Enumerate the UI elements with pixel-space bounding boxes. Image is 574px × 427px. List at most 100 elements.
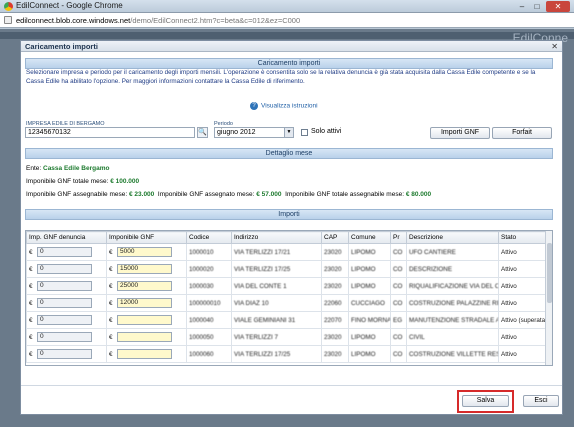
pr-cell: CO [390, 328, 407, 346]
scrollbar-thumb[interactable] [547, 243, 552, 303]
table-row[interactable]: €0 € 1000060 VIA TERLIZZI 17/25 23020 LI… [26, 345, 547, 363]
comune-cell: LIPOMO [348, 243, 391, 261]
desc-cell: UFO CANTIERE [406, 243, 499, 261]
help-link[interactable]: ? Visualizza istruzioni [250, 102, 318, 110]
col-header[interactable]: CAP [321, 231, 349, 244]
only-active-checkbox[interactable] [301, 129, 308, 136]
help-icon: ? [250, 102, 258, 110]
table-row[interactable]: €0 €5000 1000010 VIA TERLIZZI 17/21 2302… [26, 243, 547, 261]
col-header[interactable]: Pr [390, 231, 407, 244]
status-cell: Attivo [498, 294, 547, 312]
cap-cell: 23020 [321, 260, 349, 278]
code-cell: 1000050 [186, 328, 232, 346]
pr-cell: CO [390, 277, 407, 295]
desc-cell: MANUTENZIONE STRADALE ANTIRAVATIVA [406, 311, 499, 329]
search-icon[interactable]: 🔍 [197, 127, 208, 138]
pr-cell: CO [390, 260, 407, 278]
forfait-button[interactable]: Forfait [492, 127, 552, 139]
address-cell: VIALE GEMINIANI 31 [231, 311, 322, 329]
browser-title-bar: EdilConnect - Google Chrome – □ ✕ [0, 0, 574, 13]
gnf-input[interactable]: 15000 [117, 264, 172, 274]
comune-cell: LIPOMO [348, 328, 391, 346]
denuncia-input[interactable]: 0 [37, 281, 92, 291]
gnf-input[interactable] [117, 332, 172, 342]
denuncia-input[interactable]: 0 [37, 315, 92, 325]
pr-cell: CO [390, 345, 407, 363]
upload-dialog: Caricamento importi ✕ Caricamento import… [20, 40, 563, 415]
col-header[interactable]: Descrizione [406, 231, 499, 244]
url-text[interactable]: edilconnect.blob.core.windows.net/demo/E… [16, 16, 300, 25]
pr-cell: CO [390, 294, 407, 312]
period-select[interactable]: giugno 2012 ▼ [214, 127, 294, 138]
denuncia-input[interactable]: 0 [37, 349, 92, 359]
chevron-down-icon[interactable]: ▼ [284, 128, 293, 137]
pr-cell: CO [390, 243, 407, 261]
page-header-bar [0, 32, 574, 39]
section-detail-header: Dettaglio mese [25, 148, 553, 159]
table-row[interactable]: €0 € 1000050 VIA TERLIZZI 7 23020 LIPOMO… [26, 328, 547, 346]
cap-cell: 23020 [321, 277, 349, 295]
gnf-input[interactable] [117, 315, 172, 325]
code-cell: 1000060 [186, 345, 232, 363]
status-cell: Attivo [498, 277, 547, 295]
cap-cell: 22060 [321, 294, 349, 312]
info-text: Selezionare impresa e periodo per il car… [26, 69, 536, 85]
table-header-row: Imp. GNF denuncia Imponibile GNF Codice … [26, 231, 547, 244]
footer-divider [21, 385, 562, 386]
minimize-button[interactable]: – [515, 1, 529, 12]
col-header[interactable]: Stato [498, 231, 547, 244]
company-input[interactable]: 12345670132 [25, 127, 195, 138]
pr-cell: EG [390, 311, 407, 329]
col-header[interactable]: Comune [348, 231, 391, 244]
amounts-grid: Imp. GNF denuncia Imponibile GNF Codice … [25, 230, 553, 366]
denuncia-input[interactable]: 0 [37, 298, 92, 308]
close-window-button[interactable]: ✕ [546, 1, 570, 12]
desc-cell: CIVIL [406, 328, 499, 346]
col-header[interactable]: Codice [186, 231, 232, 244]
gnf-input[interactable]: 25000 [117, 281, 172, 291]
address-bar[interactable]: edilconnect.blob.core.windows.net/demo/E… [0, 13, 574, 28]
save-highlight-box [457, 390, 514, 413]
exit-button[interactable]: Esci [523, 395, 559, 407]
comune-cell: LIPOMO [348, 345, 391, 363]
gnf-input[interactable]: 12000 [117, 298, 172, 308]
status-cell: Attivo [498, 345, 547, 363]
comune-cell: CUCCIAGO [348, 294, 391, 312]
importi-gnf-button[interactable]: Importi GNF [430, 127, 490, 139]
imp-assign-row: Imponibile GNF assegnabile mese: € 23.00… [26, 191, 432, 198]
status-cell: Attivo [498, 243, 547, 261]
dialog-close-icon[interactable]: ✕ [551, 42, 558, 51]
address-cell: VIA DIAZ 10 [231, 294, 322, 312]
table-row[interactable]: €0 €25000 1000030 VIA DEL CONTE 1 23020 … [26, 277, 547, 295]
maximize-button[interactable]: □ [530, 1, 544, 12]
code-cell: 1000010 [186, 243, 232, 261]
table-row[interactable]: €0 €15000 1000020 VIA TERLIZZI 17/25 230… [26, 260, 547, 278]
comune-cell: FINO MORNASCO [348, 311, 391, 329]
status-cell: Attivo [498, 328, 547, 346]
col-header[interactable]: Imponibile GNF [106, 231, 187, 244]
address-cell: VIA TERLIZZI 17/25 [231, 260, 322, 278]
status-cell: Attivo (superata fine) [498, 311, 547, 329]
grid-scrollbar[interactable] [545, 231, 552, 365]
amounts-table: Imp. GNF denuncia Imponibile GNF Codice … [26, 231, 547, 363]
denuncia-input[interactable]: 0 [37, 332, 92, 342]
code-cell: 100000010 [186, 294, 232, 312]
section-amounts-header: Importi [25, 209, 553, 220]
address-cell: VIA TERLIZZI 7 [231, 328, 322, 346]
table-row[interactable]: €0 € 1000040 VIALE GEMINIANI 31 22070 FI… [26, 311, 547, 329]
ente-row: Ente: Cassa Edile Bergamo [26, 165, 110, 172]
code-cell: 1000020 [186, 260, 232, 278]
denuncia-input[interactable]: 0 [37, 264, 92, 274]
desc-cell: DESCRIZIONE [406, 260, 499, 278]
col-header[interactable]: Indirizzo [231, 231, 322, 244]
gnf-input[interactable] [117, 349, 172, 359]
code-cell: 1000030 [186, 277, 232, 295]
cap-cell: 23020 [321, 243, 349, 261]
denuncia-input[interactable]: 0 [37, 247, 92, 257]
col-header[interactable]: Imp. GNF denuncia [26, 231, 107, 244]
desc-cell: RIQUALIFICAZIONE VIA DEL CONTE [406, 277, 499, 295]
table-row[interactable]: €0 €12000 100000010 VIA DIAZ 10 22060 CU… [26, 294, 547, 312]
gnf-input[interactable]: 5000 [117, 247, 172, 257]
comune-cell: LIPOMO [348, 260, 391, 278]
comune-cell: LIPOMO [348, 277, 391, 295]
